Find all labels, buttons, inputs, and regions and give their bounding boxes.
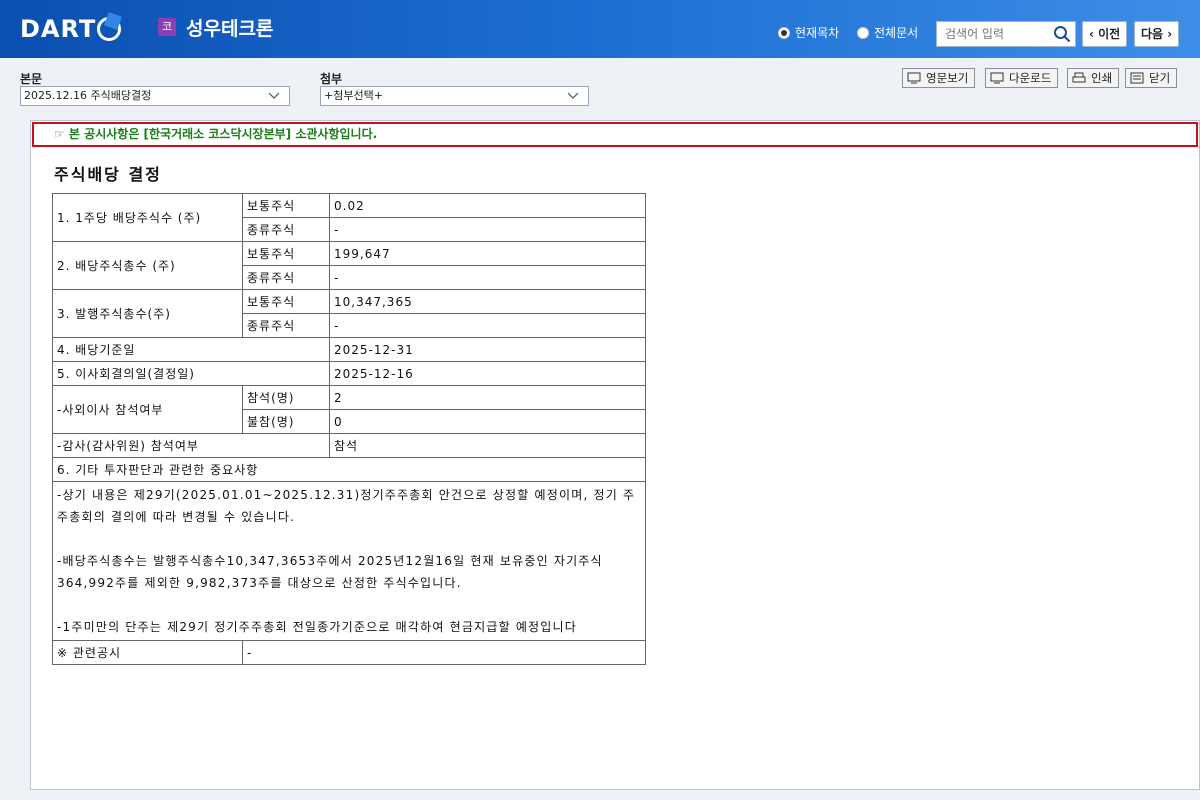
search-icon[interactable] — [1053, 25, 1071, 43]
logo-text: DART — [20, 15, 97, 43]
radio-selected-icon[interactable] — [778, 26, 790, 39]
radio-all-label: 전체문서 — [874, 26, 919, 40]
cell-value: 199,647 — [329, 241, 646, 266]
attendance-type: 참석(명) — [242, 385, 330, 410]
row-label: 4. 배당기준일 — [52, 337, 330, 362]
other-matters-text: -상기 내용은 제29기(2025.01.01~2025.12.31)정기주주총… — [52, 481, 646, 641]
dart-logo[interactable]: DART — [20, 14, 122, 44]
cell-value: 0 — [329, 409, 646, 434]
table-row: ※ 관련공시 - — [52, 640, 646, 665]
radio-unselected-icon[interactable] — [857, 26, 869, 39]
row-label: 3. 발행주식총수(주) — [52, 289, 243, 338]
share-type: 종류주식 — [242, 217, 330, 242]
download-button[interactable]: 다운로드 — [985, 68, 1059, 88]
english-view-button[interactable]: 영문보기 — [902, 68, 976, 88]
prev-label: 이전 — [1098, 27, 1121, 41]
attachment-select-value: +첨부선택+ — [324, 89, 383, 102]
main-body-label: 본문 — [20, 72, 43, 86]
close-button[interactable]: 닫기 — [1125, 68, 1178, 88]
document-viewer[interactable]: ☞ 본 공시사항은 [한국거래소 코스닥시장본부] 소관사항입니다. 주식배당 … — [30, 120, 1200, 790]
radio-current-toc[interactable]: 현재목차 — [778, 24, 839, 41]
attachment-select[interactable]: +첨부선택+ — [320, 86, 589, 106]
search-input[interactable] — [937, 22, 1047, 46]
row-label: 5. 이사회결의일(결정일) — [52, 361, 330, 386]
row-label: -사외이사 참석여부 — [52, 385, 243, 434]
cell-value: - — [242, 640, 646, 665]
top-header: DART 코 성우테크론 현재목차 전체문서 ‹ 이전 다음 › — [0, 0, 1200, 58]
radio-current-label: 현재목차 — [795, 26, 840, 40]
table-row: 4. 배당기준일 2025-12-31 — [52, 337, 646, 362]
logo-mark-icon — [97, 17, 122, 41]
cell-value: 0.02 — [329, 193, 646, 218]
share-type: 보통주식 — [242, 289, 330, 314]
radio-all-docs[interactable]: 전체문서 — [857, 24, 918, 41]
next-label: 다음 — [1141, 27, 1164, 41]
cell-value: 2025-12-16 — [329, 361, 646, 386]
main-body-select[interactable]: 2025.12.16 주식배당결정 — [20, 86, 290, 106]
next-button[interactable]: 다음 › — [1134, 21, 1180, 47]
page-title: 주식배당 결정 — [54, 165, 162, 184]
row-label: ※ 관련공시 — [52, 640, 243, 665]
english-view-label: 영문보기 — [926, 71, 969, 85]
cell-value: 2025-12-31 — [329, 337, 646, 362]
chevron-left-icon: ‹ — [1089, 27, 1094, 41]
monitor-icon — [907, 72, 921, 84]
cell-value: - — [329, 265, 646, 290]
cell-value: 2 — [329, 385, 646, 410]
corp-market-badge: 코 — [158, 18, 176, 36]
table-row: 6. 기타 투자판단과 관련한 중요사항 — [52, 457, 646, 482]
attachment-label: 첨부 — [320, 72, 343, 86]
table-row: 5. 이사회결의일(결정일) 2025-12-16 — [52, 361, 646, 386]
cell-value: - — [329, 313, 646, 338]
attendance-type: 불참(명) — [242, 409, 330, 434]
row-label: 6. 기타 투자판단과 관련한 중요사항 — [52, 457, 646, 482]
cell-value: - — [329, 217, 646, 242]
row-label: -감사(감사위원) 참석여부 — [52, 433, 330, 458]
cell-value: 10,347,365 — [329, 289, 646, 314]
chevron-down-icon — [568, 92, 578, 99]
chevron-right-icon: › — [1167, 27, 1173, 41]
print-label: 인쇄 — [1091, 71, 1113, 85]
table-row: -감사(감사위원) 참석여부 참석 — [52, 433, 646, 458]
monitor-icon — [990, 72, 1004, 84]
download-label: 다운로드 — [1009, 71, 1052, 85]
close-doc-icon — [1130, 72, 1144, 84]
jurisdiction-notice: ☞ 본 공시사항은 [한국거래소 코스닥시장본부] 소관사항입니다. — [32, 122, 1198, 147]
share-type: 종류주식 — [242, 265, 330, 290]
print-button[interactable]: 인쇄 — [1067, 68, 1120, 88]
search-box — [936, 21, 1076, 47]
table-row: -상기 내용은 제29기(2025.01.01~2025.12.31)정기주주총… — [52, 481, 646, 641]
close-label: 닫기 — [1149, 71, 1171, 85]
printer-icon — [1072, 72, 1086, 83]
table-row: -사외이사 참석여부 참석(명) 2 — [52, 385, 646, 434]
share-type: 보통주식 — [242, 241, 330, 266]
disclosure-table: 1. 1주당 배당주식수 (주) 보통주식 0.02 종류주식 - 2. 배당주… — [52, 193, 646, 665]
table-row: 2. 배당주식총수 (주) 보통주식 199,647 — [52, 241, 646, 290]
table-row: 3. 발행주식총수(주) 보통주식 10,347,365 — [52, 289, 646, 338]
row-label: 1. 1주당 배당주식수 (주) — [52, 193, 243, 242]
share-type: 보통주식 — [242, 193, 330, 218]
main-body-select-value: 2025.12.16 주식배당결정 — [24, 89, 152, 102]
cell-value: 참석 — [329, 433, 646, 458]
table-row: 1. 1주당 배당주식수 (주) 보통주식 0.02 — [52, 193, 646, 242]
share-type: 종류주식 — [242, 313, 330, 338]
row-label: 2. 배당주식총수 (주) — [52, 241, 243, 290]
prev-button[interactable]: ‹ 이전 — [1082, 21, 1128, 47]
corp-name: 성우테크론 — [186, 18, 274, 40]
chevron-down-icon — [269, 92, 279, 99]
